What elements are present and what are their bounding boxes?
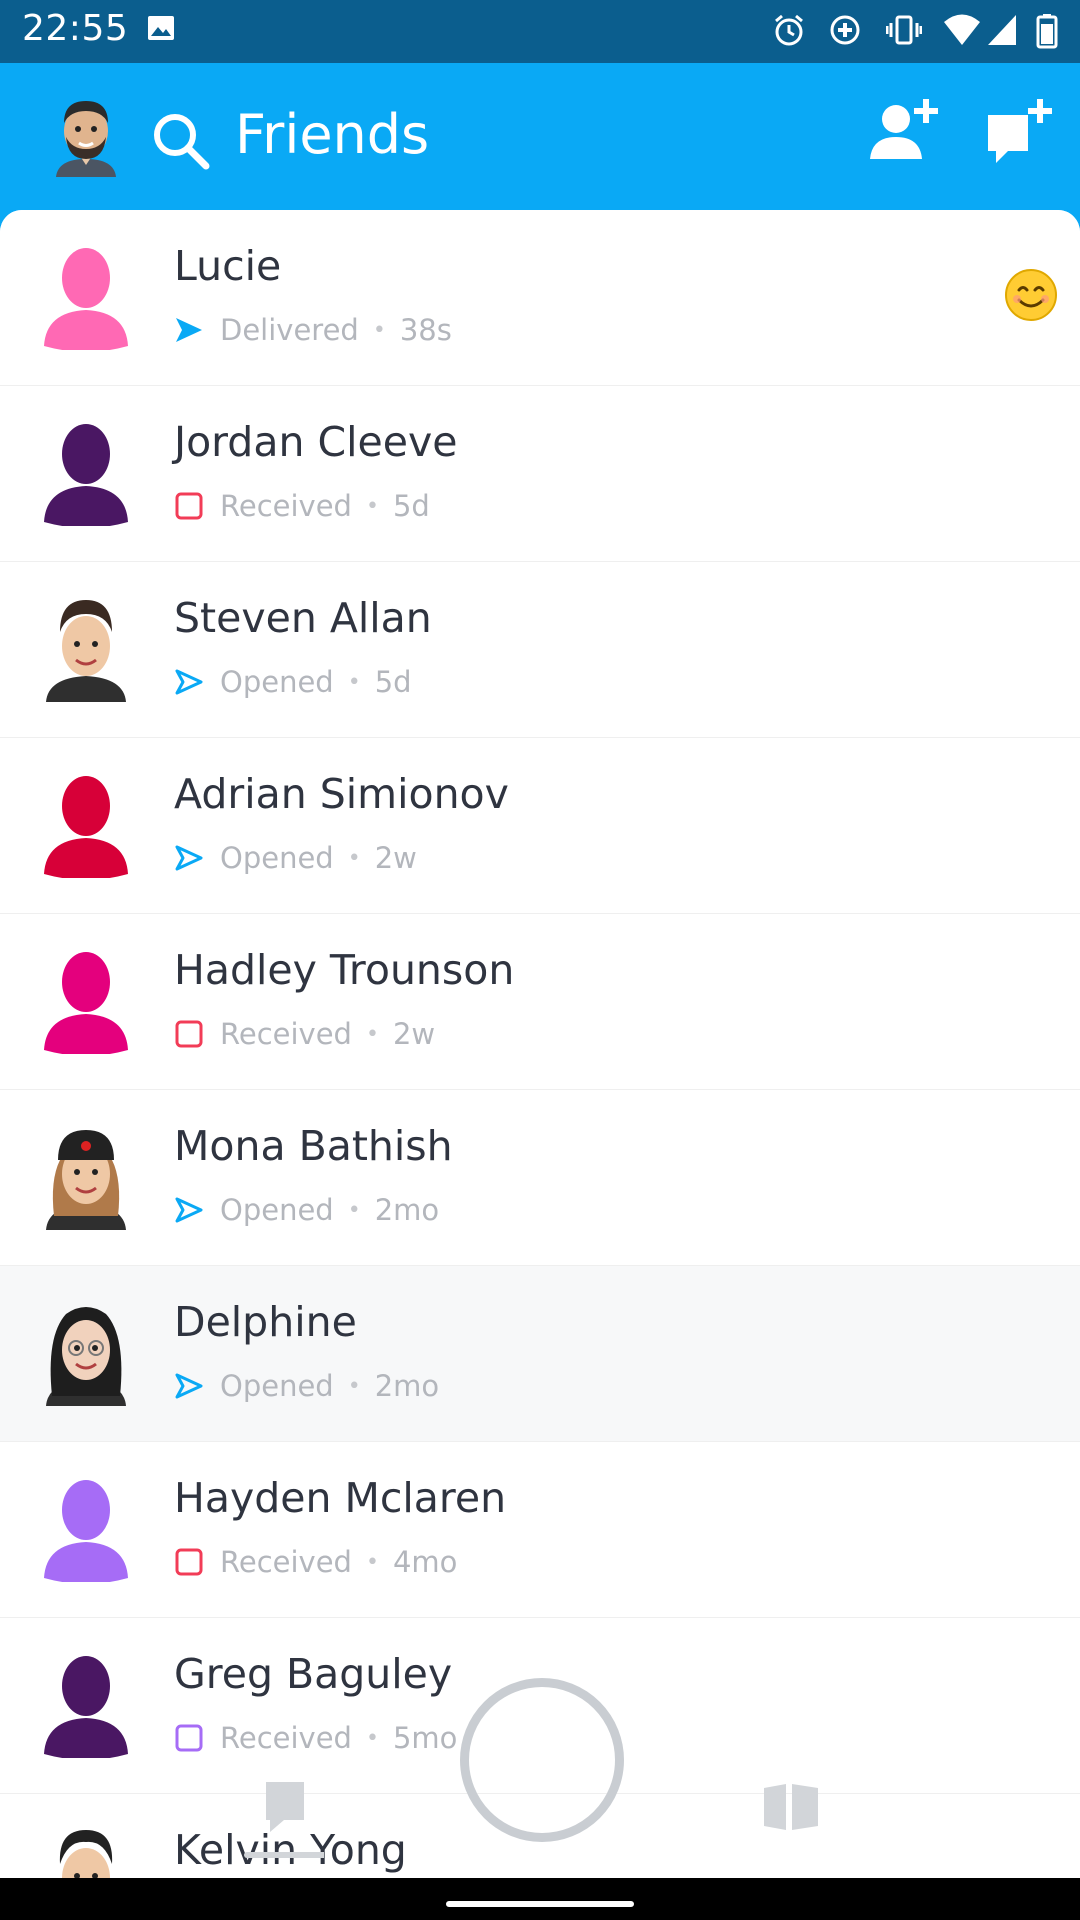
status-label: Received — [220, 1545, 352, 1579]
friend-status: Opened • 2mo — [174, 1190, 439, 1230]
friend-list[interactable]: Lucie Delivered • 38s Jordan Cleeve Received •… — [0, 210, 1080, 1878]
received-square-icon — [175, 1020, 203, 1048]
separator-dot: • — [365, 493, 379, 519]
friend-status: Delivered • 38s — [174, 310, 452, 350]
status-time: 38s — [399, 313, 452, 347]
received-square-icon — [175, 1548, 203, 1576]
friend-avatar[interactable] — [36, 1824, 136, 1878]
data-saver-icon — [830, 15, 860, 45]
chat-tab-icon[interactable] — [244, 1780, 324, 1860]
camera-capture-button[interactable] — [460, 1678, 624, 1842]
page-title[interactable]: Friends — [235, 103, 429, 166]
friend-status: Received • 5d — [174, 486, 430, 526]
friend-row[interactable]: Hayden Mclaren Received • 4mo — [0, 1442, 1080, 1619]
friend-name: Hayden Mclaren — [174, 1474, 507, 1522]
status-label: Opened — [220, 1193, 334, 1227]
friend-name: Jordan Cleeve — [174, 418, 458, 466]
friend-avatar[interactable] — [36, 416, 136, 528]
friend-row[interactable]: Steven Allan Opened • 5d — [0, 562, 1080, 739]
friend-status: Received • 5mo — [174, 1718, 457, 1758]
status-time: 2mo — [374, 1369, 440, 1403]
friend-avatar[interactable] — [36, 240, 136, 352]
status-time: 5d — [392, 489, 430, 523]
system-nav-bar — [0, 1878, 1080, 1920]
friend-name: Mona Bathish — [174, 1122, 453, 1170]
friend-name: Adrian Simionov — [174, 770, 509, 818]
friend-row[interactable]: Lucie Delivered • 38s — [0, 210, 1080, 387]
home-gesture-pill[interactable] — [446, 1901, 634, 1907]
add-friend-icon[interactable] — [868, 97, 940, 163]
opened-arrow-icon — [175, 1197, 203, 1223]
friend-avatar[interactable] — [36, 944, 136, 1056]
friend-avatar[interactable] — [36, 1296, 136, 1406]
smiling-face-icon — [1005, 269, 1057, 321]
friend-name: Delphine — [174, 1298, 357, 1346]
opened-arrow-icon — [175, 669, 203, 695]
received-square-icon — [175, 1724, 203, 1752]
delivered-arrow-icon — [176, 318, 202, 342]
friend-status: Opened • 2mo — [174, 1366, 439, 1406]
friend-name: Greg Baguley — [174, 1650, 453, 1698]
separator-dot: • — [347, 669, 361, 695]
friend-name: Lucie — [174, 242, 282, 290]
separator-dot: • — [347, 845, 361, 871]
status-time: 4mo — [392, 1545, 458, 1579]
profile-avatar[interactable] — [48, 93, 124, 177]
status-label: Opened — [220, 841, 334, 875]
status-label: Opened — [220, 1369, 334, 1403]
status-label: Opened — [220, 665, 334, 699]
status-label: Received — [220, 1017, 352, 1051]
friend-status: Received • 4mo — [174, 1542, 457, 1582]
status-label: Received — [220, 489, 352, 523]
battery-icon — [1036, 14, 1058, 49]
friend-status: Opened • 2w — [174, 838, 417, 878]
opened-arrow-icon — [175, 1373, 203, 1399]
wifi-icon — [944, 14, 980, 45]
vibrate-icon — [886, 15, 922, 45]
status-bar: 22:55 — [0, 0, 1080, 63]
new-chat-icon[interactable] — [986, 97, 1056, 167]
image-icon — [148, 16, 174, 40]
friend-status: Received • 2w — [174, 1014, 435, 1054]
status-label: Received — [220, 1721, 352, 1755]
friend-row[interactable]: Jordan Cleeve Received • 5d — [0, 386, 1080, 563]
separator-dot: • — [372, 317, 386, 343]
friend-avatar[interactable] — [36, 1120, 136, 1230]
friend-row[interactable]: Adrian Simionov Opened • 2w — [0, 738, 1080, 915]
received-square-icon — [175, 492, 203, 520]
alarm-icon — [775, 14, 803, 46]
friend-avatar[interactable] — [36, 592, 136, 702]
status-time: 2mo — [374, 1193, 440, 1227]
status-time: 2w — [374, 841, 417, 875]
friend-row[interactable]: Delphine Opened • 2mo — [0, 1266, 1080, 1443]
status-time: 22:55 — [22, 8, 129, 49]
separator-dot: • — [365, 1725, 379, 1751]
separator-dot: • — [365, 1021, 379, 1047]
search-icon[interactable] — [150, 110, 212, 172]
friend-avatar[interactable] — [36, 1648, 136, 1760]
status-time: 5mo — [392, 1721, 458, 1755]
friend-avatar[interactable] — [36, 768, 136, 880]
friend-name: Steven Allan — [174, 594, 432, 642]
opened-arrow-icon — [175, 845, 203, 871]
friend-avatar[interactable] — [36, 1472, 136, 1584]
separator-dot: • — [365, 1549, 379, 1575]
signal-icon — [988, 15, 1016, 45]
separator-dot: • — [347, 1373, 361, 1399]
friend-row[interactable]: Hadley Trounson Received • 2w — [0, 914, 1080, 1091]
status-time: 2w — [392, 1017, 436, 1051]
separator-dot: • — [347, 1197, 361, 1223]
friend-name: Hadley Trounson — [174, 946, 515, 994]
friend-row[interactable]: Mona Bathish Opened • 2mo — [0, 1090, 1080, 1267]
status-label: Delivered — [220, 313, 359, 347]
status-time: 5d — [374, 665, 412, 699]
stories-tab-icon[interactable] — [762, 1780, 822, 1834]
app-header: Friends — [0, 63, 1080, 213]
friend-status: Opened • 5d — [174, 662, 412, 702]
